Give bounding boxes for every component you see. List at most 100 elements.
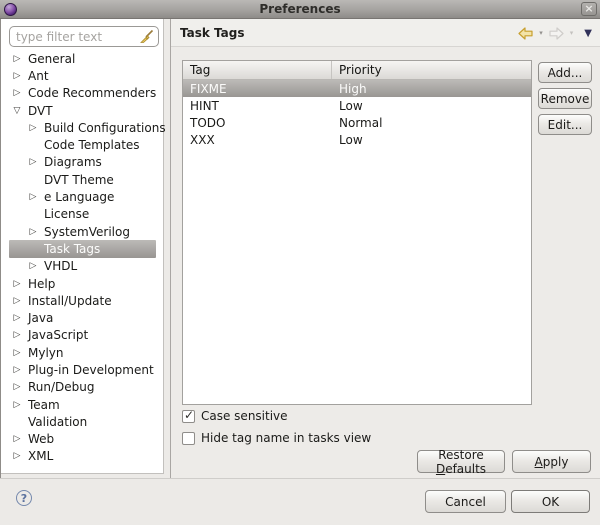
tree-expander-collapsed-icon[interactable]: ▷ <box>11 330 23 340</box>
sidebar-item-vhdl[interactable]: ▷ VHDL <box>1 258 162 275</box>
filter-box <box>9 26 159 47</box>
preferences-dialog: Preferences × ▷ General ▷ Ant ▷ Code Recommen… <box>0 0 600 525</box>
sidebar-item-label: Team <box>28 397 60 412</box>
clear-filter-broom-icon[interactable] <box>139 29 154 44</box>
tag-cell: FIXME <box>190 81 227 96</box>
filter-input[interactable] <box>16 29 139 44</box>
sidebar-item-label: XML <box>28 449 54 464</box>
checkbox-case-sensitive[interactable]: ✓ Case sensitive <box>182 407 288 423</box>
tree-expander-collapsed-icon[interactable]: ▷ <box>11 88 23 98</box>
sidebar-item-general[interactable]: ▷ General <box>1 50 162 67</box>
sidebar-item-license[interactable]: License <box>1 206 162 223</box>
sidebar-item-help[interactable]: ▷ Help <box>1 275 162 292</box>
tree-expander-collapsed-icon[interactable]: ▷ <box>11 54 23 64</box>
sidebar-item-team[interactable]: ▷ Team <box>1 396 162 413</box>
page-header: Task Tags ▾ ▾ ▼ <box>171 19 600 47</box>
sidebar-item-mylyn[interactable]: ▷ Mylyn <box>1 344 162 361</box>
help-icon[interactable]: ? <box>16 490 32 506</box>
page-toolbar: ▾ ▾ ▼ <box>517 19 592 47</box>
titlebar: Preferences × <box>0 0 600 19</box>
tree-expander-collapsed-icon[interactable]: ▷ <box>11 71 23 81</box>
tree-expander-collapsed-icon[interactable]: ▷ <box>27 192 39 202</box>
tree-expander-collapsed-icon[interactable]: ▷ <box>11 451 23 461</box>
sidebar-item-label: JavaScript <box>28 328 89 343</box>
tree-expander-collapsed-icon[interactable]: ▷ <box>27 261 39 271</box>
tree-expander-collapsed-icon[interactable]: ▷ <box>11 296 23 306</box>
sidebar-item-label: VHDL <box>44 259 78 274</box>
sidebar-item-run-debug[interactable]: ▷ Run/Debug <box>1 379 162 396</box>
sidebar-item-plug-in-development[interactable]: ▷ Plug-in Development <box>1 361 162 378</box>
view-menu-icon[interactable]: ▼ <box>584 28 592 39</box>
sidebar-item-label: Java <box>28 311 54 326</box>
sidebar-item-validation[interactable]: Validation <box>1 413 162 430</box>
sidebar-item-diagrams[interactable]: ▷ Diagrams <box>1 154 162 171</box>
checkbox-label: Case sensitive <box>201 409 288 423</box>
sidebar-item-systemverilog[interactable]: ▷ SystemVerilog <box>1 223 162 240</box>
back-arrow-icon[interactable] <box>517 26 534 40</box>
sidebar-item-code-recommenders[interactable]: ▷ Code Recommenders <box>1 85 162 102</box>
sidebar-item-label: License <box>44 207 90 222</box>
tree-expander-collapsed-icon[interactable]: ▷ <box>27 123 39 133</box>
tree-expander-collapsed-icon[interactable]: ▷ <box>11 400 23 410</box>
tree-expander-collapsed-icon[interactable]: ▷ <box>11 279 23 289</box>
sidebar-item-ant[interactable]: ▷ Ant <box>1 67 162 84</box>
sidebar-item-label: Plug-in Development <box>28 362 154 377</box>
table-row-fixme[interactable]: FIXME High <box>183 80 531 97</box>
edit-button[interactable]: Edit... <box>538 114 592 135</box>
checkbox-checked-icon[interactable]: ✓ <box>182 407 195 423</box>
priority-cell: Low <box>339 132 363 147</box>
sidebar-item-dvt[interactable]: ▽ DVT <box>1 102 162 119</box>
sidebar-item-code-templates[interactable]: Code Templates <box>1 136 162 153</box>
sidebar-item-web[interactable]: ▷ Web <box>1 431 162 448</box>
table-header: Tag Priority <box>183 61 531 80</box>
sidebar-item-build-configurations[interactable]: ▷ Build Configurations <box>1 119 166 136</box>
sidebar-item-dvt-theme[interactable]: DVT Theme <box>1 171 162 188</box>
tree-expander-collapsed-icon[interactable]: ▷ <box>11 434 23 444</box>
sidebar-item-java[interactable]: ▷ Java <box>1 309 162 326</box>
apply-label-rest: pply <box>542 454 569 469</box>
tree-expander-collapsed-icon[interactable]: ▷ <box>11 382 23 392</box>
sidebar-item-xml[interactable]: ▷ XML <box>1 448 162 465</box>
add-button[interactable]: Add... <box>538 62 592 83</box>
tree-expander-collapsed-icon[interactable]: ▷ <box>11 313 23 323</box>
column-header-tag[interactable]: Tag <box>183 61 332 79</box>
restore-label-mnemonic: D <box>435 461 446 476</box>
tree-expander-expanded-icon[interactable]: ▽ <box>11 106 23 116</box>
checkmark-icon: ✓ <box>184 407 195 422</box>
table-row-xxx[interactable]: XXX Low <box>183 131 531 148</box>
tree-expander-collapsed-icon[interactable]: ▷ <box>27 227 39 237</box>
preferences-tree: ▷ General ▷ Ant ▷ Code Recommenders ▽ DVT ▷ Build… <box>1 50 166 465</box>
sidebar-item-label: e Language <box>44 190 115 205</box>
tree-expander-collapsed-icon[interactable]: ▷ <box>27 157 39 167</box>
cancel-button[interactable]: Cancel <box>425 490 506 513</box>
tree-expander-collapsed-icon[interactable]: ▷ <box>11 348 23 358</box>
remove-button[interactable]: Remove <box>538 88 592 109</box>
table-row-hint[interactable]: HINT Low <box>183 97 531 114</box>
apply-button[interactable]: Apply <box>512 450 591 473</box>
checkbox-unchecked-icon[interactable]: ✓ <box>182 431 195 445</box>
column-header-priority[interactable]: Priority <box>332 61 531 79</box>
close-icon[interactable]: × <box>581 2 597 16</box>
checkbox-hide-tag-name-in-tasks-view[interactable]: ✓ Hide tag name in tasks view <box>182 431 371 445</box>
sidebar-item-e-language[interactable]: ▷ e Language <box>1 188 162 205</box>
sidebar-item-label: Diagrams <box>44 155 102 170</box>
forward-arrow-icon[interactable] <box>548 26 565 40</box>
priority-cell: Normal <box>339 115 383 130</box>
dialog-footer: ? Cancel OK <box>0 478 600 525</box>
table-row-todo[interactable]: TODO Normal <box>183 114 531 131</box>
tag-cell: HINT <box>190 98 219 113</box>
sidebar-item-label: Ant <box>28 68 49 83</box>
sidebar-item-javascript[interactable]: ▷ JavaScript <box>1 327 162 344</box>
sidebar-item-install-update[interactable]: ▷ Install/Update <box>1 292 162 309</box>
ok-button[interactable]: OK <box>511 490 590 513</box>
back-menu-chevron-icon[interactable]: ▾ <box>539 29 543 37</box>
tag-cell: TODO <box>190 115 226 130</box>
sidebar-item-label: Web <box>28 432 55 447</box>
tree-expander-collapsed-icon[interactable]: ▷ <box>11 365 23 375</box>
restore-defaults-button[interactable]: Restore Defaults <box>417 448 505 476</box>
tag-cell: XXX <box>190 132 215 147</box>
sidebar-item-label: DVT Theme <box>44 172 114 187</box>
forward-menu-chevron-icon[interactable]: ▾ <box>570 29 574 37</box>
sidebar-item-task-tags[interactable]: Task Tags <box>1 240 162 258</box>
apply-label-mnemonic: A <box>534 454 543 469</box>
